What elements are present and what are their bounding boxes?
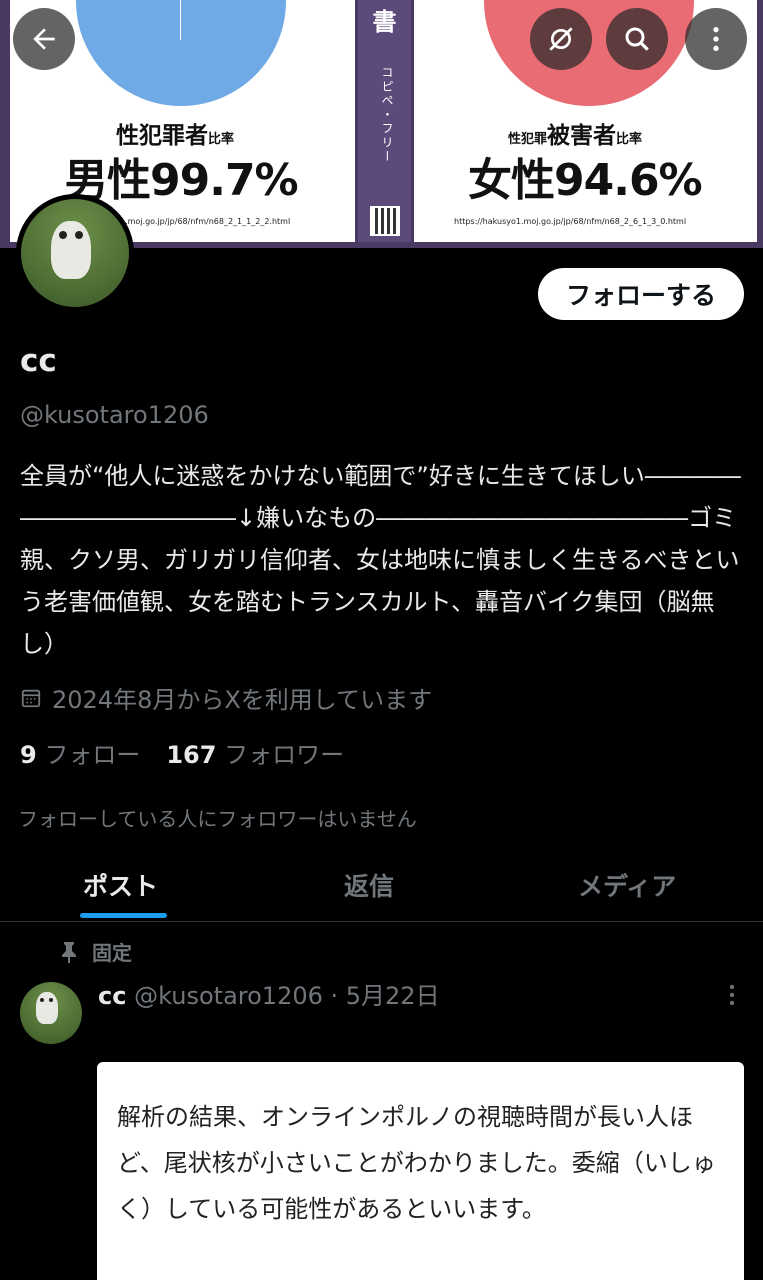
- right-source-url: https://hakusyo1.moj.go.jp/jp/68/nfm/n68…: [454, 217, 687, 226]
- back-button[interactable]: [13, 8, 75, 70]
- hide-button[interactable]: [530, 8, 592, 70]
- post-image[interactable]: 解析の結果、オンラインポルノの視聴時間が長い人ほど、尾状核が小さいことがわかりま…: [97, 1062, 744, 1280]
- owl-image: [36, 992, 58, 1024]
- search-icon: [625, 27, 649, 51]
- post-author-name[interactable]: cc: [98, 982, 126, 1010]
- spine-subtitle: コピペ・フリー: [380, 66, 394, 164]
- tab-media[interactable]: メディア: [578, 867, 676, 903]
- spine-title: 書: [372, 8, 397, 36]
- post-more-icon[interactable]: [722, 980, 742, 1010]
- qr-code-icon: [370, 206, 400, 236]
- bio: 全員が“他人に迷惑をかけない範囲で”好きに生きてほしい―――――――――――――…: [20, 462, 741, 658]
- owl-image: [51, 221, 91, 279]
- tab-posts[interactable]: ポスト: [83, 867, 158, 903]
- handle: @kusotaro1206: [20, 401, 209, 429]
- calendar-icon: [21, 689, 41, 707]
- banner-spine: 書 コピペ・フリー: [358, 0, 411, 242]
- active-tab-indicator: [80, 913, 167, 918]
- post-image-text: 解析の結果、オンラインポルノの視聴時間が長い人ほど、尾状核が小さいことがわかりま…: [117, 1103, 716, 1223]
- joined-text: 2024年8月からXを利用しています: [52, 686, 433, 714]
- left-source-url: 1.moj.go.jp/jp/68/nfm/n68_2_1_1_2_2.html: [120, 217, 291, 226]
- male-pie-chart: [76, 0, 286, 106]
- hide-icon: [549, 27, 573, 51]
- more-button[interactable]: [685, 8, 747, 70]
- profile-tabs: ポスト 返信 メディア: [0, 850, 763, 922]
- post-handle-date[interactable]: @kusotaro1206 · 5月22日: [134, 982, 439, 1010]
- back-arrow-icon: [33, 28, 55, 50]
- follow-stats: 9 フォロー 167 フォロワー: [20, 735, 344, 770]
- follow-button[interactable]: フォローする: [538, 268, 744, 320]
- following-link[interactable]: 9 フォロー: [20, 735, 140, 770]
- followers-link[interactable]: 167 フォロワー: [166, 735, 344, 770]
- search-button[interactable]: [606, 8, 668, 70]
- avatar[interactable]: [16, 194, 134, 312]
- pin-icon: [62, 941, 76, 963]
- known-followers[interactable]: フォローしている人にフォロワーはいません: [18, 803, 417, 832]
- pinned-label: 固定: [60, 937, 132, 966]
- more-vertical-icon: [713, 27, 719, 51]
- joined-date: 2024年8月からXを利用しています: [20, 680, 432, 715]
- tab-replies[interactable]: 返信: [344, 867, 394, 903]
- right-stat-value: 女性94.6%: [468, 155, 703, 206]
- post-header: cc @kusotaro1206 · 5月22日: [98, 976, 440, 1011]
- display-name: cc: [20, 343, 57, 379]
- post-avatar[interactable]: [20, 982, 82, 1044]
- pie-divider: [180, 0, 181, 40]
